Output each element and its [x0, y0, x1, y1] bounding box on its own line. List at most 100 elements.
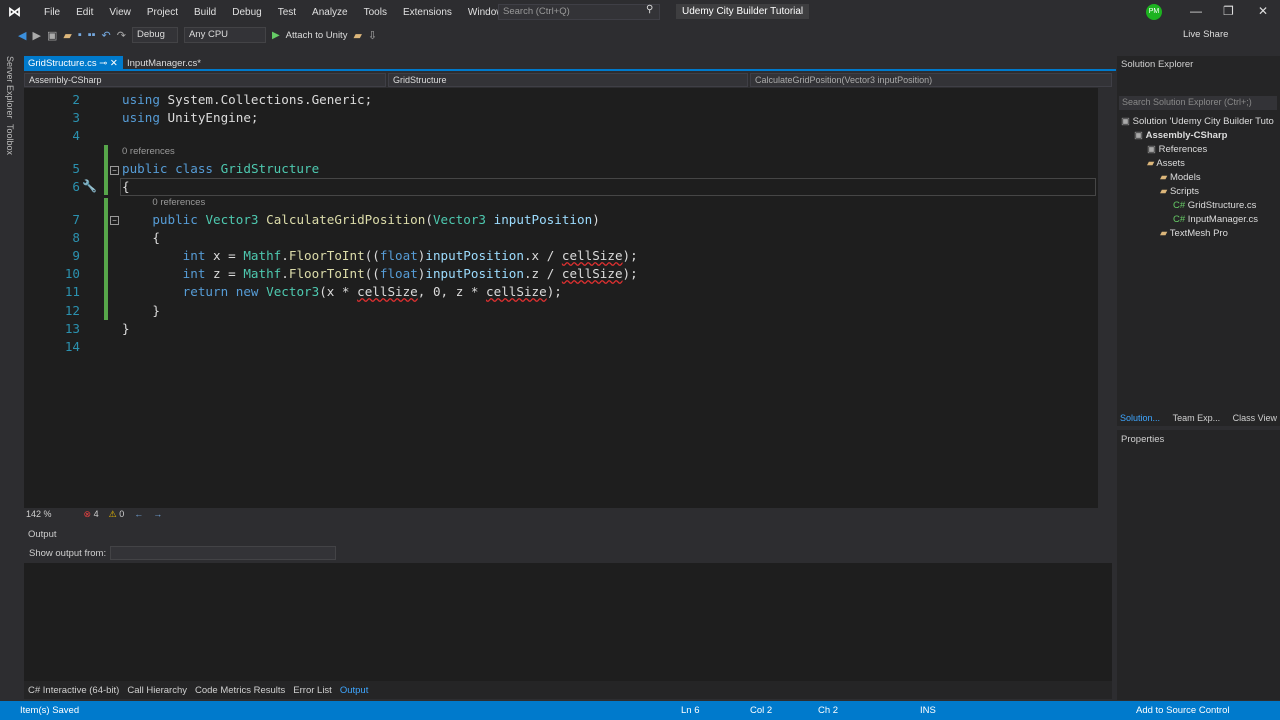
code-line: return new Vector3(x * cellSize, 0, z * …	[122, 283, 562, 301]
tree-item-label: References	[1158, 144, 1208, 155]
configuration-dropdown[interactable]: Debug	[131, 27, 178, 43]
minimize-button[interactable]: —	[1190, 4, 1202, 18]
bottom-tab-error-list[interactable]: Error List	[293, 685, 332, 696]
undo-icon[interactable]: ↶	[102, 29, 111, 42]
save-icon[interactable]: ▪	[78, 29, 82, 41]
code-editor[interactable]: − − 🔧 2 using System.Collections.Generic;…	[24, 88, 1098, 508]
tree-item[interactable]: ▰ Scripts	[1160, 186, 1199, 197]
member-dropdown[interactable]: CalculateGridPosition(Vector3 inputPosit…	[750, 73, 1112, 87]
solution-search-input[interactable]: Search Solution Explorer (Ctrl+;)	[1119, 96, 1277, 110]
live-share-button[interactable]: Live Share	[1183, 29, 1228, 40]
new-project-icon[interactable]: ▣	[47, 29, 57, 42]
output-text-area[interactable]	[24, 563, 1112, 681]
attach-to-unity-button[interactable]: Attach to Unity	[286, 30, 348, 41]
solution-icon: ▣	[1121, 116, 1133, 127]
platform-dropdown[interactable]: Any CPU	[183, 27, 266, 43]
code-token: }	[122, 321, 130, 336]
code-token: CalculateGridPosition	[266, 212, 426, 227]
error-count[interactable]: 4	[94, 509, 99, 519]
menu-build[interactable]: Build	[186, 7, 224, 18]
collapse-icon[interactable]: −	[110, 166, 119, 175]
back-icon[interactable]: ◀	[18, 29, 26, 42]
step-icon[interactable]: ⇩	[368, 29, 377, 42]
tree-item[interactable]: ▣ Assembly-CSharp	[1134, 130, 1227, 141]
line-number: 12	[64, 303, 80, 318]
add-to-source-control[interactable]: Add to Source Control	[1136, 705, 1229, 716]
next-icon[interactable]: →	[153, 509, 162, 519]
toolbox-tab[interactable]: Toolbox	[5, 124, 15, 155]
code-token: GridStructure	[220, 161, 320, 176]
collapse-icon[interactable]: −	[110, 216, 119, 225]
menu-test[interactable]: Test	[270, 7, 304, 18]
code-line: {	[122, 229, 160, 247]
menu-project[interactable]: Project	[139, 7, 186, 18]
save-all-icon[interactable]: ▪▪	[88, 29, 96, 41]
server-explorer-tab[interactable]: Server Explorer	[5, 56, 15, 119]
avatar[interactable]: PM	[1146, 4, 1162, 20]
previous-icon[interactable]: ←	[134, 509, 143, 519]
char-number: Ch 2	[818, 705, 839, 716]
redo-icon[interactable]: ↷	[117, 29, 126, 42]
code-token: FloorToInt	[288, 266, 365, 281]
code-token: int	[182, 248, 206, 263]
line-number: 2	[72, 92, 80, 107]
code-lens-references[interactable]: 0 references	[122, 146, 175, 157]
code-token: (x *	[319, 284, 358, 299]
tree-item[interactable]: ▰ Models	[1160, 172, 1201, 183]
close-tab-icon[interactable]: ✕	[110, 58, 118, 69]
tree-item[interactable]: C# InputManager.cs	[1173, 214, 1258, 225]
code-token: public	[122, 161, 168, 176]
tree-item[interactable]: ▣ References	[1147, 144, 1207, 155]
menu-extensions[interactable]: Extensions	[395, 7, 460, 18]
search-input[interactable]: Search (Ctrl+Q)	[498, 4, 660, 20]
menu-tools[interactable]: Tools	[356, 7, 395, 18]
output-panel: Output Show output from:	[24, 527, 1112, 699]
find-icon[interactable]: ▰	[353, 29, 361, 42]
line-number: 3	[72, 110, 80, 125]
bottom-tab-code-metrics-results[interactable]: Code Metrics Results	[195, 685, 285, 696]
menu-view[interactable]: View	[101, 7, 139, 18]
open-folder-icon[interactable]: ▰	[63, 29, 71, 42]
tree-item[interactable]: ▰ TextMesh Pro	[1160, 228, 1228, 239]
tree-item[interactable]: ▰ Assets	[1147, 158, 1185, 169]
project-dropdown[interactable]: Assembly-CSharp	[24, 73, 386, 87]
code-lens-references[interactable]: 0 references	[152, 197, 205, 208]
solution-tab[interactable]: Team Exp...	[1173, 413, 1221, 423]
bottom-tab-output[interactable]: Output	[340, 685, 369, 696]
bottom-tab-call-hierarchy[interactable]: Call Hierarchy	[127, 685, 187, 696]
line-number: 14	[64, 339, 80, 354]
forward-icon[interactable]: ▶	[32, 29, 40, 42]
zoom-level[interactable]: 142 %	[26, 509, 52, 519]
tab-gridstructure[interactable]: GridStructure.cs ⊸ ✕	[24, 56, 123, 71]
quick-actions-icon[interactable]: 🔧	[82, 179, 97, 193]
tree-item-label: Solution 'Udemy City Builder Tuto	[1132, 116, 1274, 127]
project-icon: ▣	[1134, 130, 1146, 141]
pin-icon[interactable]: ⊸	[99, 58, 107, 69]
error-icon: ⊗	[83, 508, 92, 519]
code-token: }	[122, 303, 160, 318]
menu-debug[interactable]: Debug	[224, 7, 269, 18]
tree-item[interactable]: ▣ Solution 'Udemy City Builder Tuto	[1121, 116, 1274, 127]
output-source-dropdown[interactable]	[110, 546, 337, 560]
code-token: )	[592, 212, 600, 227]
menu-analyze[interactable]: Analyze	[304, 7, 356, 18]
warning-count[interactable]: 0	[119, 509, 124, 519]
bottom-tab-c-interactive-64-bit-[interactable]: C# Interactive (64-bit)	[28, 685, 119, 696]
vertical-scrollbar[interactable]	[1098, 88, 1112, 508]
solution-tab[interactable]: Solution...	[1120, 413, 1160, 423]
tree-item[interactable]: C# GridStructure.cs	[1173, 200, 1256, 211]
restore-button[interactable]: ❐	[1223, 4, 1234, 18]
code-token: , 0, z *	[417, 284, 487, 299]
menu-edit[interactable]: Edit	[68, 7, 101, 18]
play-icon[interactable]: ▶	[272, 30, 280, 41]
menu-file[interactable]: File	[36, 7, 68, 18]
type-dropdown[interactable]: GridStructure	[388, 73, 748, 87]
change-marker	[104, 198, 108, 320]
code-token: int	[182, 266, 206, 281]
code-line: using System.Collections.Generic;	[122, 91, 372, 109]
close-button[interactable]: ✕	[1258, 4, 1268, 18]
solution-tab[interactable]: Class View	[1233, 413, 1277, 423]
line-number: Ln 6	[681, 705, 700, 716]
folder-icon: ▰	[1160, 228, 1170, 239]
tab-inputmanager[interactable]: InputManager.cs*	[123, 56, 205, 71]
